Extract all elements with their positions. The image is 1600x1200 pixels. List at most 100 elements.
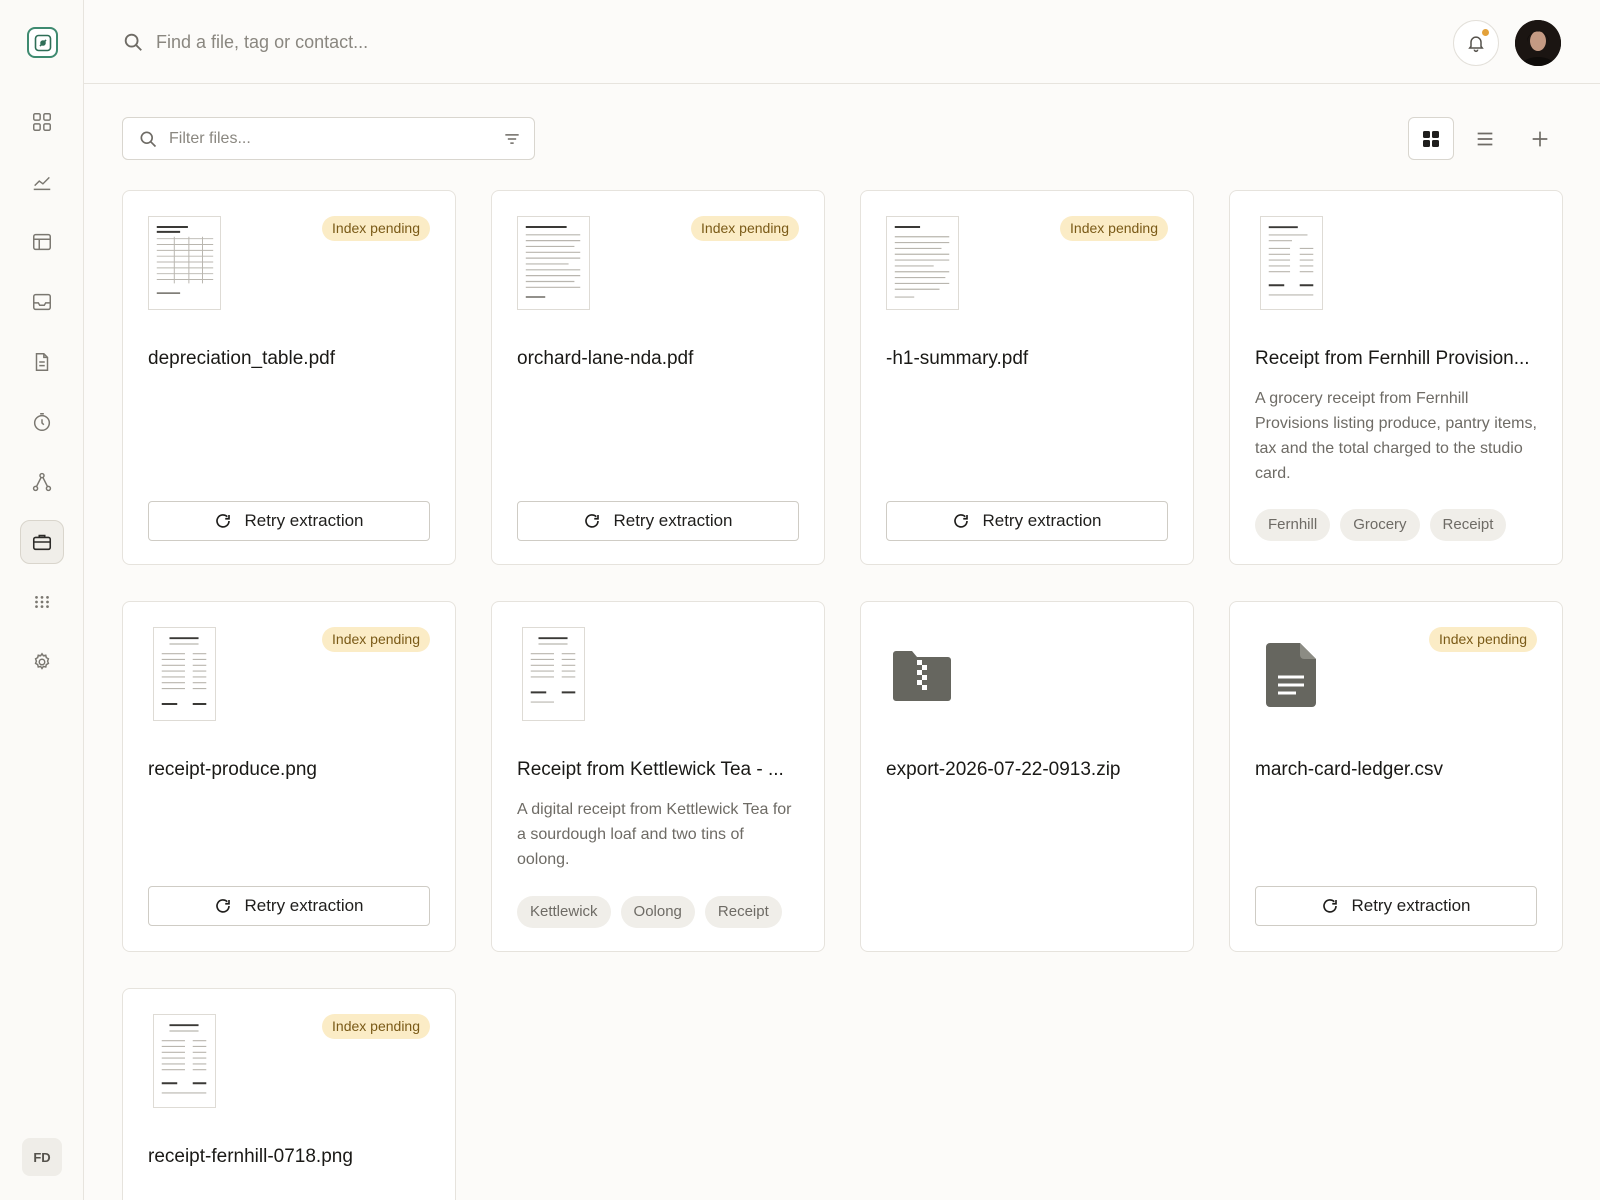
sidebar-item-layout[interactable] (20, 220, 64, 264)
tag-chip[interactable]: Receipt (1429, 509, 1507, 541)
file-name: -h1-summary.pdf (886, 348, 1029, 369)
retry-extraction-button[interactable]: Retry extraction (1255, 886, 1537, 926)
plus-icon (1532, 131, 1548, 146)
file-card[interactable]: Receipt from Kettlewick Tea - ... A digi… (491, 601, 825, 952)
tag-list: Kettlewick Oolong Receipt (517, 896, 782, 928)
file-description: A grocery receipt from Fernhill Provisio… (1255, 390, 1537, 482)
refresh-icon (216, 899, 231, 913)
grid-view-button[interactable] (1408, 117, 1454, 160)
sidebar-item-graph[interactable] (20, 460, 64, 504)
file-thumbnail (153, 627, 216, 721)
briefcase-icon (32, 534, 52, 551)
filter-options-icon[interactable] (502, 129, 522, 149)
tag-chip[interactable]: Oolong (620, 896, 695, 928)
sidebar: FD (0, 0, 84, 1200)
file-card[interactable]: Index pending depreciation_table.pdf Ret… (122, 190, 456, 565)
layout-icon (33, 233, 51, 251)
retry-label: Retry extraction (613, 511, 733, 530)
avatar-photo (1515, 20, 1561, 66)
sidebar-item-timer[interactable] (20, 400, 64, 444)
file-card[interactable]: Index pending receipt-produce.png Retry … (122, 601, 456, 952)
file-name: Receipt from Fernhill Provision... (1255, 348, 1530, 369)
user-avatar[interactable] (1515, 20, 1561, 66)
user-initials-button[interactable]: FD (22, 1138, 62, 1176)
file-card[interactable]: Index pending -h1-summary.pdf Retry extr… (860, 190, 1194, 565)
file-card[interactable]: Receipt from Fernhill Provision... A gro… (1229, 190, 1563, 565)
index-pending-badge: Index pending (322, 627, 430, 652)
file-thumbnail (522, 627, 585, 721)
chart-line-icon (33, 176, 51, 191)
filter-files-input[interactable] (169, 126, 469, 152)
retry-label: Retry extraction (1351, 896, 1471, 915)
tag-chip[interactable]: Kettlewick (517, 896, 611, 928)
file-thumbnail (1260, 216, 1323, 310)
refresh-icon (585, 514, 600, 528)
tag-list: Fernhill Grocery Receipt (1255, 509, 1507, 541)
inbox-icon (33, 293, 51, 311)
notifications-button[interactable] (1453, 20, 1499, 66)
filter-box (122, 117, 535, 160)
file-name: Receipt from Kettlewick Tea - ... (517, 759, 784, 780)
file-thumbnail (886, 216, 959, 310)
tag-chip[interactable]: Grocery (1340, 509, 1420, 541)
retry-extraction-button[interactable]: Retry extraction (886, 501, 1168, 541)
index-pending-badge: Index pending (1429, 627, 1537, 652)
grid-icon (33, 113, 51, 131)
sidebar-item-inbox[interactable] (20, 280, 64, 324)
file-thumbnail (517, 216, 590, 310)
bell-icon (1468, 36, 1484, 53)
list-view-icon (1477, 132, 1493, 145)
list-view-button[interactable] (1462, 117, 1508, 160)
retry-extraction-button[interactable]: Retry extraction (148, 501, 430, 541)
file-thumbnail (153, 1014, 216, 1108)
notification-dot (1482, 29, 1489, 36)
retry-extraction-button[interactable]: Retry extraction (148, 886, 430, 926)
retry-label: Retry extraction (244, 511, 364, 530)
document-icon (35, 353, 49, 371)
sidebar-item-documents[interactable] (20, 340, 64, 384)
index-pending-badge: Index pending (691, 216, 799, 241)
retry-label: Retry extraction (982, 511, 1102, 530)
network-icon (32, 472, 52, 492)
apps-icon (35, 596, 49, 608)
sidebar-item-files[interactable] (20, 520, 64, 564)
search-icon (124, 33, 142, 51)
index-pending-badge: Index pending (322, 216, 430, 241)
file-description: A digital receipt from Kettlewick Tea fo… (517, 801, 792, 868)
refresh-icon (1323, 899, 1338, 913)
file-card[interactable]: Index pending orchard-lane-nda.pdf Retry… (491, 190, 825, 565)
index-pending-badge: Index pending (1060, 216, 1168, 241)
refresh-icon (954, 514, 969, 528)
file-card[interactable]: export-2026-07-22-0913.zip (860, 601, 1194, 952)
add-file-button[interactable] (1517, 117, 1563, 160)
search-icon (140, 131, 157, 148)
retry-label: Retry extraction (244, 896, 364, 915)
file-name: depreciation_table.pdf (148, 348, 335, 369)
sidebar-item-settings[interactable] (20, 640, 64, 684)
file-name: export-2026-07-22-0913.zip (886, 759, 1121, 780)
global-search-input[interactable] (156, 26, 756, 58)
file-card[interactable]: Index pending receipt-fernhill-0718.png (122, 988, 456, 1200)
file-name: receipt-produce.png (148, 759, 317, 780)
sidebar-item-analytics[interactable] (20, 160, 64, 204)
file-thumbnail (148, 216, 221, 310)
tag-chip[interactable]: Receipt (704, 896, 782, 928)
compass-icon (34, 34, 51, 51)
top-bar (84, 0, 1600, 84)
file-card[interactable]: Index pending march-card-ledger.csv Retr… (1229, 601, 1563, 952)
csv-file-icon (1266, 643, 1316, 707)
timer-icon (33, 413, 51, 431)
zip-folder-icon (893, 651, 951, 701)
file-name: orchard-lane-nda.pdf (517, 348, 694, 369)
tag-chip[interactable]: Fernhill (1255, 509, 1331, 541)
app-logo[interactable] (27, 27, 58, 58)
sidebar-item-dashboard[interactable] (20, 100, 64, 144)
index-pending-badge: Index pending (322, 1014, 430, 1039)
refresh-icon (216, 514, 231, 528)
gear-icon (34, 652, 50, 670)
file-name: receipt-fernhill-0718.png (148, 1146, 353, 1167)
file-name: march-card-ledger.csv (1255, 759, 1443, 780)
retry-extraction-button[interactable]: Retry extraction (517, 501, 799, 541)
grid-view-icon (1423, 130, 1439, 147)
sidebar-item-apps[interactable] (20, 580, 64, 624)
